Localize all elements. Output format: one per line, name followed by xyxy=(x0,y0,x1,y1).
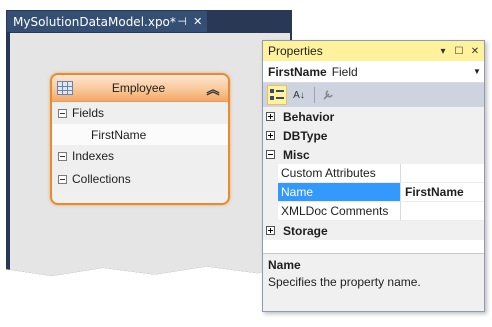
window-position-icon[interactable]: ▾ xyxy=(436,44,450,58)
expand-icon[interactable] xyxy=(266,112,275,121)
property-grid: Behavior DBType Misc Custom Attributes N… xyxy=(263,107,484,240)
table-icon xyxy=(57,81,73,95)
alphabetical-icon[interactable]: A↓ xyxy=(289,85,309,105)
collapse-fields-icon[interactable] xyxy=(58,108,67,118)
property-row-xmldoc-comments[interactable]: XMLDoc Comments xyxy=(263,202,484,221)
fields-section[interactable]: Fields xyxy=(52,102,228,124)
object-selector[interactable]: FirstName Field ▼ xyxy=(263,61,484,83)
object-type: Field xyxy=(331,64,358,79)
category-label: Misc xyxy=(283,147,310,162)
class-title: Employee xyxy=(111,81,166,95)
field-item[interactable]: FirstName xyxy=(52,124,228,145)
row-gutter xyxy=(263,164,278,183)
collections-section[interactable]: Collections xyxy=(52,167,228,191)
category-dbtype[interactable]: DBType xyxy=(263,126,484,145)
property-name: XMLDoc Comments xyxy=(278,202,401,221)
row-gutter xyxy=(263,183,278,202)
indexes-label: Indexes xyxy=(72,149,115,163)
properties-title-bar[interactable]: Properties ▾ ☐ ✕ xyxy=(263,41,484,61)
categorized-icon[interactable] xyxy=(267,85,287,105)
indexes-section[interactable]: Indexes xyxy=(52,145,228,167)
maximize-icon[interactable]: ☐ xyxy=(452,44,466,58)
close-icon[interactable]: ✕ xyxy=(191,14,204,30)
property-name: Name xyxy=(278,183,401,202)
category-label: Behavior xyxy=(283,109,335,124)
collapse-icon[interactable]: ︽ xyxy=(204,79,222,98)
class-header[interactable]: Employee ︽ xyxy=(52,75,228,102)
expand-icon[interactable] xyxy=(266,131,275,140)
wrench-icon[interactable] xyxy=(318,85,338,105)
pin-icon[interactable]: ⊣ xyxy=(176,14,189,30)
fields-label: Fields xyxy=(72,106,105,120)
category-behavior[interactable]: Behavior xyxy=(263,107,484,126)
expand-icon[interactable] xyxy=(266,226,275,235)
toolbar-separator xyxy=(314,87,315,103)
category-storage[interactable]: Storage xyxy=(263,221,484,240)
collapse-indexes-icon[interactable] xyxy=(58,151,67,161)
employee-class-shape[interactable]: Employee ︽ Fields FirstName Indexes Coll… xyxy=(50,73,230,205)
description-text: Specifies the property name. xyxy=(268,275,421,289)
properties-title: Properties xyxy=(268,44,323,58)
document-tab[interactable]: MySolutionDataModel.xpo* ⊣ ✕ xyxy=(7,11,207,32)
object-name: FirstName xyxy=(268,64,327,79)
property-row-name[interactable]: Name FirstName xyxy=(263,183,484,202)
category-label: Storage xyxy=(283,223,328,238)
property-row-custom-attributes[interactable]: Custom Attributes xyxy=(263,164,484,183)
category-label: DBType xyxy=(283,128,328,143)
collapse-collections-icon[interactable] xyxy=(58,174,67,184)
row-gutter xyxy=(263,202,278,221)
collections-label: Collections xyxy=(72,172,131,186)
description-title: Name xyxy=(268,258,301,272)
property-value[interactable]: FirstName xyxy=(401,183,484,202)
category-misc[interactable]: Misc xyxy=(263,145,484,164)
collapse-icon[interactable] xyxy=(266,150,275,159)
property-name: Custom Attributes xyxy=(278,164,401,183)
properties-toolbar: A↓ xyxy=(263,83,484,107)
properties-window: Properties ▾ ☐ ✕ FirstName Field ▼ A↓ Be… xyxy=(262,40,485,312)
field-item-label: FirstName xyxy=(91,127,147,142)
description-panel: Name Specifies the property name. xyxy=(263,253,484,311)
property-value[interactable] xyxy=(401,202,484,221)
close-icon[interactable]: ✕ xyxy=(468,44,482,58)
property-value[interactable] xyxy=(401,164,484,183)
document-tab-title[interactable]: MySolutionDataModel.xpo* xyxy=(13,15,176,29)
chevron-down-icon[interactable]: ▼ xyxy=(470,67,484,76)
